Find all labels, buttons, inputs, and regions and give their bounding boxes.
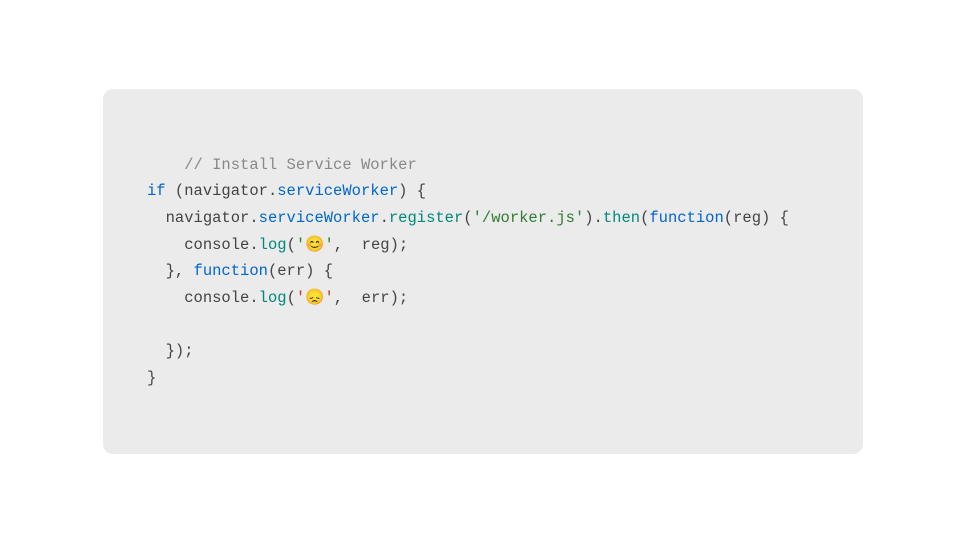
line-if: if (navigator.serviceWorker) { [147, 182, 426, 200]
line-close-if: } [147, 369, 156, 387]
line-console-log-2: console.log('😞', err); [147, 289, 408, 307]
line-close-then: }); [147, 342, 194, 360]
comment-line: // Install Service Worker [184, 156, 417, 174]
line-function-err: }, function(err) { [147, 262, 333, 280]
line-console-log-1: console.log('😊', reg); [147, 236, 408, 254]
code-card: // Install Service Worker if (navigator.… [103, 89, 863, 454]
line-register: navigator.serviceWorker.register('/worke… [147, 209, 789, 227]
code-block: // Install Service Worker if (navigator.… [147, 125, 819, 418]
